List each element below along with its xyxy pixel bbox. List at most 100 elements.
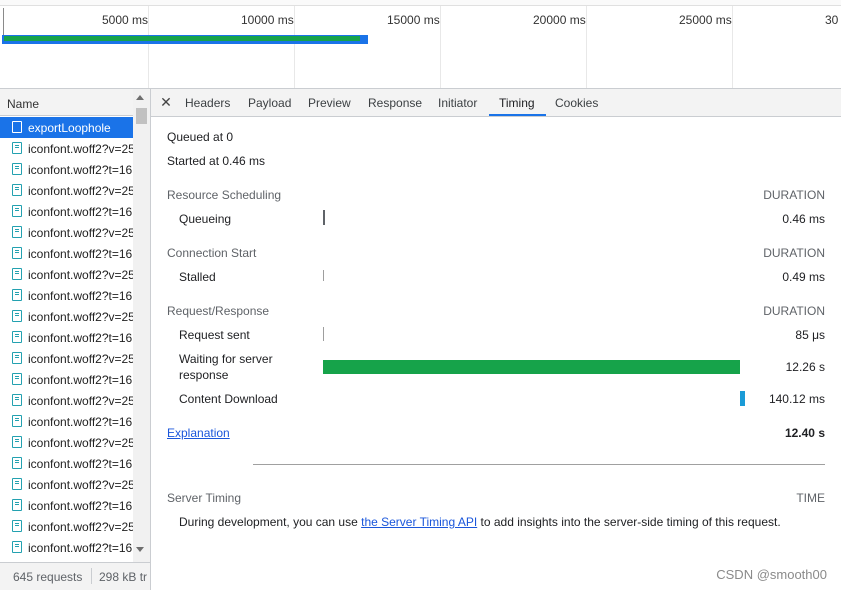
status-divider: [91, 568, 92, 584]
request-details-panel: ✕ Headers Payload Preview Response Initi…: [151, 89, 841, 590]
tab-initiator[interactable]: Initiator: [438, 96, 477, 110]
waiting-label: Waiting for server: [179, 352, 273, 366]
request-name: iconfont.woff2?v=25: [28, 436, 133, 450]
transferred-size: 298 kB tr: [99, 570, 148, 584]
request-name: iconfont.woff2?v=25: [28, 352, 133, 366]
request-row[interactable]: iconfont.woff2?t=16: [0, 159, 133, 180]
tab-payload[interactable]: Payload: [248, 96, 291, 110]
overview-gridline: [732, 6, 733, 88]
request-row-selected[interactable]: exportLoophole: [0, 117, 133, 138]
stalled-bar: [323, 270, 324, 281]
font-file-icon: [12, 352, 22, 364]
explanation-link[interactable]: Explanation: [167, 426, 230, 440]
request-name: iconfont.woff2?t=16: [28, 331, 133, 345]
font-file-icon: [12, 310, 22, 322]
details-tab-bar: ✕ Headers Payload Preview Response Initi…: [151, 89, 841, 117]
waiting-bar: [323, 360, 740, 374]
font-file-icon: [12, 394, 22, 406]
tab-headers[interactable]: Headers: [185, 96, 230, 110]
server-timing-text: During development, you can use: [179, 515, 362, 529]
name-column-header[interactable]: Name: [0, 89, 150, 116]
content-download-value: 140.12 ms: [768, 392, 825, 406]
content-download-bar: [740, 391, 745, 406]
waiting-value: 12.26 s: [785, 360, 825, 374]
duration-header: DURATION: [763, 246, 825, 260]
section-divider: [253, 464, 825, 465]
request-name: iconfont.woff2?t=16: [28, 289, 133, 303]
document-icon: [12, 121, 22, 133]
resource-scheduling-heading: Resource Scheduling: [167, 188, 282, 202]
request-row[interactable]: iconfont.woff2?t=16: [0, 495, 133, 516]
request-row[interactable]: iconfont.woff2?v=25: [0, 264, 133, 285]
request-response-heading: Request/Response: [167, 304, 270, 318]
request-row[interactable]: iconfont.woff2?v=25: [0, 180, 133, 201]
request-list-scrollbar[interactable]: [133, 89, 150, 562]
request-row[interactable]: iconfont.woff2?t=16: [0, 285, 133, 306]
request-count: 645 requests: [13, 570, 83, 584]
font-file-icon: [12, 415, 22, 427]
tab-timing[interactable]: Timing: [499, 96, 535, 110]
font-file-icon: [12, 478, 22, 490]
request-name: iconfont.woff2?t=16: [28, 415, 133, 429]
request-row[interactable]: iconfont.woff2?t=16: [0, 537, 133, 558]
duration-header: DURATION: [763, 304, 825, 318]
server-timing-description: During development, you can use the Serv…: [179, 515, 781, 529]
font-file-icon: [12, 205, 22, 217]
scrollbar-thumb[interactable]: [136, 108, 147, 124]
font-file-icon: [12, 520, 22, 532]
devtools-network-panel: 5000 ms 10000 ms 15000 ms 20000 ms 25000…: [0, 0, 841, 590]
tab-response[interactable]: Response: [368, 96, 422, 110]
watermark: CSDN @smooth00: [716, 567, 827, 582]
overview-tick-label: 15000 ms: [387, 13, 440, 27]
font-file-icon: [12, 499, 22, 511]
server-timing-heading: Server Timing: [167, 491, 242, 505]
request-row[interactable]: iconfont.woff2?v=25: [0, 516, 133, 537]
active-tab-indicator: [489, 114, 546, 116]
request-row[interactable]: iconfont.woff2?v=25: [0, 390, 133, 411]
scroll-up-arrow-icon[interactable]: [136, 95, 144, 100]
font-file-icon: [12, 142, 22, 154]
request-row[interactable]: iconfont.woff2?t=16: [0, 453, 133, 474]
queued-at: Queued at 0: [167, 130, 234, 144]
request-row[interactable]: iconfont.woff2?t=16: [0, 243, 133, 264]
font-file-icon: [12, 436, 22, 448]
request-row[interactable]: iconfont.woff2?v=25: [0, 222, 133, 243]
server-timing-api-link[interactable]: the Server Timing API: [361, 515, 477, 529]
request-name: iconfont.woff2?t=16: [28, 373, 133, 387]
network-overview-timeline[interactable]: 5000 ms 10000 ms 15000 ms 20000 ms 25000…: [0, 0, 841, 89]
queueing-value: 0.46 ms: [782, 212, 825, 226]
overview-gridline: [440, 6, 441, 88]
request-row[interactable]: iconfont.woff2?v=25: [0, 306, 133, 327]
request-row[interactable]: iconfont.woff2?v=25: [0, 432, 133, 453]
font-file-icon: [12, 373, 22, 385]
close-icon[interactable]: ✕: [159, 94, 173, 110]
request-list: Name exportLoophole iconfont.woff2?v=25 …: [0, 89, 151, 590]
connection-start-heading: Connection Start: [167, 246, 257, 260]
request-name: iconfont.woff2?t=16: [28, 499, 133, 513]
request-row[interactable]: iconfont.woff2?t=16: [0, 369, 133, 390]
time-header: TIME: [796, 491, 825, 505]
tab-preview[interactable]: Preview: [308, 96, 351, 110]
request-name: iconfont.woff2?v=25: [28, 268, 133, 282]
request-name: iconfont.woff2?v=25: [28, 184, 133, 198]
request-row[interactable]: iconfont.woff2?t=16: [0, 327, 133, 348]
server-timing-text-end: to add insights into the server-side tim…: [477, 515, 781, 529]
request-name: iconfont.woff2?v=25: [28, 226, 133, 240]
overview-tick-label: 20000 ms: [533, 13, 586, 27]
total-duration: 12.40 s: [784, 426, 825, 440]
request-name: iconfont.woff2?t=16: [28, 541, 133, 555]
queueing-bar: [323, 210, 325, 225]
scroll-down-arrow-icon[interactable]: [136, 547, 144, 552]
name-column-label: Name: [7, 97, 40, 111]
request-name: iconfont.woff2?t=16: [28, 163, 133, 177]
request-sent-bar: [323, 327, 324, 341]
request-row[interactable]: iconfont.woff2?v=25: [0, 474, 133, 495]
font-file-icon: [12, 226, 22, 238]
request-row[interactable]: iconfont.woff2?v=25: [0, 348, 133, 369]
overview-tick-label: 30: [825, 13, 839, 27]
tab-cookies[interactable]: Cookies: [555, 96, 598, 110]
request-row[interactable]: iconfont.woff2?t=16: [0, 411, 133, 432]
font-file-icon: [12, 184, 22, 196]
request-row[interactable]: iconfont.woff2?t=16: [0, 201, 133, 222]
request-row[interactable]: iconfont.woff2?v=25: [0, 138, 133, 159]
